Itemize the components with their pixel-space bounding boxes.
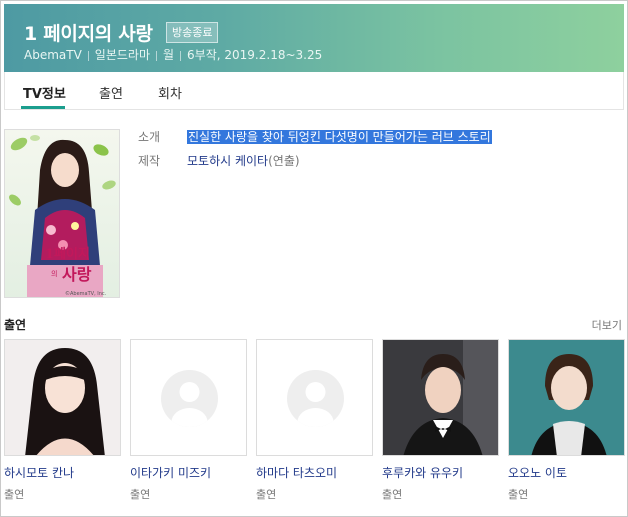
cast-card[interactable]: 오오노 이토 출연: [508, 339, 625, 502]
cast-card[interactable]: 하시모토 칸나 출연: [4, 339, 121, 502]
intro-text: 진실한 사랑을 찾아 뒤엉킨 다섯명이 만들어가는 러브 스토리: [187, 128, 492, 145]
cast-name[interactable]: 이타가키 미즈키: [130, 464, 247, 481]
tab-tv-info[interactable]: TV정보: [23, 83, 66, 102]
cast-photo[interactable]: [256, 339, 373, 456]
intro-label: 소개: [138, 130, 161, 144]
tab-episodes[interactable]: 회차: [158, 83, 182, 102]
meta-day: 월: [163, 48, 175, 62]
producer-name-link[interactable]: 모토하시 케이타: [187, 154, 268, 168]
cast-role: 출연: [508, 488, 529, 501]
meta-channel[interactable]: AbemaTV: [24, 48, 82, 62]
cast-role: 출연: [382, 488, 403, 501]
producer-value: 모토하시 케이타(연출): [187, 152, 300, 169]
cast-photo[interactable]: [382, 339, 499, 456]
program-title[interactable]: 1 페이지의 사랑: [24, 19, 153, 46]
meta-divider: [180, 50, 182, 61]
active-tab-indicator: [21, 106, 65, 109]
producer-role: (연출): [268, 154, 300, 168]
producer-label: 제작: [138, 154, 161, 168]
cast-role: 출연: [4, 488, 25, 501]
intro-text-selection[interactable]: 진실한 사랑을 찾아 뒤엉킨 다섯명이 만들어가는 러브 스토리: [187, 130, 492, 144]
meta-divider: [156, 50, 157, 61]
portrait-illustration: [509, 340, 624, 455]
meta-episodes: 6부작, 2019.2.18~3.25: [187, 48, 323, 62]
cast-name[interactable]: 하마다 타츠오미: [256, 464, 373, 481]
portrait-illustration: [5, 340, 120, 455]
cast-card[interactable]: 이타가키 미즈키 출연: [130, 339, 247, 502]
cast-photo[interactable]: [130, 339, 247, 456]
cast-card[interactable]: 후루카와 유우키 출연: [382, 339, 499, 502]
program-header: 1 페이지의 사랑 방송종료 AbemaTV 일본드라마 월 6부작, 2019.2.…: [4, 4, 624, 72]
tab-cast[interactable]: 출연: [99, 83, 123, 102]
status-badge: 방송종료: [166, 22, 219, 43]
poster-title-text: 의: [51, 269, 57, 278]
cast-name[interactable]: 오오노 이토: [508, 464, 625, 481]
poster-title-text: 1페이지: [45, 246, 90, 262]
cast-photo[interactable]: [508, 339, 625, 456]
cast-role: 출연: [256, 488, 277, 501]
cast-card[interactable]: 하마다 타츠오미 출연: [256, 339, 373, 502]
cast-photo[interactable]: [4, 339, 121, 456]
poster-title-text: 사랑: [62, 265, 92, 284]
tab-bar: TV정보 출연 회차: [4, 72, 624, 110]
person-placeholder-icon: [287, 370, 344, 427]
meta-divider: [87, 50, 89, 61]
cast-section-title: 출연: [4, 318, 27, 332]
meta-genre: 일본드라마: [94, 48, 150, 62]
poster-illustration: 1페이지 사랑 의 ©AbemaTV, Inc.: [5, 130, 119, 297]
poster-image[interactable]: 1페이지 사랑 의 ©AbemaTV, Inc.: [4, 129, 120, 298]
cast-name[interactable]: 하시모토 칸나: [4, 464, 121, 481]
program-meta: AbemaTV 일본드라마 월 6부작, 2019.2.18~3.25: [24, 46, 322, 63]
cast-role: 출연: [130, 488, 151, 501]
person-placeholder-icon: [161, 370, 218, 427]
more-link[interactable]: 더보기: [592, 317, 622, 333]
portrait-illustration: [383, 340, 498, 455]
cast-name[interactable]: 후루카와 유우키: [382, 464, 499, 481]
poster-copyright: ©AbemaTV, Inc.: [65, 290, 107, 297]
